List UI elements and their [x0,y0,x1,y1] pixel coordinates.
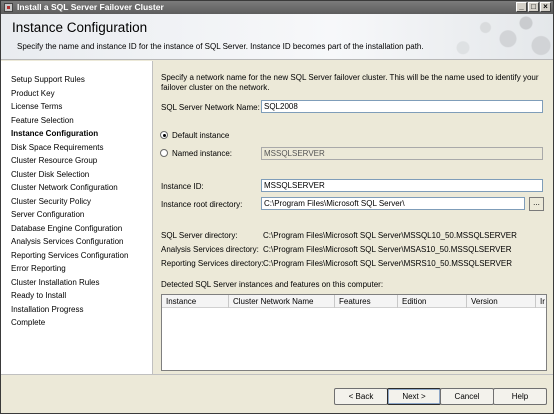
column-features[interactable]: Features [335,295,398,308]
nav-item-feature-selection[interactable]: Feature Selection [11,116,74,125]
close-button[interactable]: × [540,2,551,12]
column-cluster-network-name[interactable]: Cluster Network Name [229,295,335,308]
instance-id-label: Instance ID: [161,182,204,191]
nav-item-cluster-disk-selection[interactable]: Cluster Disk Selection [11,170,89,179]
nav-item-product-key[interactable]: Product Key [11,89,55,98]
header-decoration [403,14,553,59]
nav-item-database-engine-configuration[interactable]: Database Engine Configuration [11,224,122,233]
back-button[interactable]: < Back [334,388,388,405]
intro-text-line-2: failover cluster on the network. [161,83,270,92]
column-edition[interactable]: Edition [398,295,467,308]
browse-button[interactable]: ... [529,196,544,211]
step-navigation: Setup Support Rules Product Key License … [1,61,153,374]
nav-item-disk-space-requirements[interactable]: Disk Space Requirements [11,143,103,152]
nav-item-license-terms[interactable]: License Terms [11,102,62,111]
nav-item-reporting-services-configuration[interactable]: Reporting Services Configuration [11,251,128,260]
column-instance[interactable]: Instance [162,295,229,308]
reporting-services-directory-label: Reporting Services directory: [161,259,264,268]
nav-item-ready-to-install[interactable]: Ready to Install [11,291,66,300]
instance-root-label: Instance root directory: [161,200,243,209]
detected-instances-table[interactable]: Instance Cluster Network Name Features E… [161,294,547,371]
instance-root-input[interactable]: C:\Program Files\Microsoft SQL Server\ [261,197,525,210]
button-bar: < Back Next > Cancel Help [1,374,553,413]
column-instance-id-truncated[interactable]: Ir [536,295,546,308]
nav-item-cluster-installation-rules[interactable]: Cluster Installation Rules [11,278,99,287]
installer-window: Install a SQL Server Failover Cluster _ … [0,0,554,414]
network-name-input[interactable]: SQL2008 [261,100,543,113]
nav-item-error-reporting[interactable]: Error Reporting [11,264,66,273]
network-name-label: SQL Server Network Name: [161,103,260,112]
page-header: Instance Configuration Specify the name … [1,14,553,60]
detected-instances-label: Detected SQL Server instances and featur… [161,280,384,289]
nav-item-complete[interactable]: Complete [11,318,45,327]
page-subtitle: Specify the name and instance ID for the… [17,42,424,51]
named-instance-label[interactable]: Named instance: [172,149,232,158]
table-header-row: Instance Cluster Network Name Features E… [162,295,546,308]
nav-item-analysis-services-configuration[interactable]: Analysis Services Configuration [11,237,124,246]
main-panel: Specify a network name for the new SQL S… [154,61,553,374]
reporting-services-directory-value: C:\Program Files\Microsoft SQL Server\MS… [263,259,512,268]
nav-item-setup-support-rules[interactable]: Setup Support Rules [11,75,85,84]
analysis-services-directory-value: C:\Program Files\Microsoft SQL Server\MS… [263,245,512,254]
sql-server-directory-value: C:\Program Files\Microsoft SQL Server\MS… [263,231,517,240]
window-title: Install a SQL Server Failover Cluster [17,2,164,12]
page-title: Instance Configuration [12,20,148,35]
default-instance-radio[interactable] [160,131,168,139]
named-instance-radio[interactable] [160,149,168,157]
nav-item-cluster-security-policy[interactable]: Cluster Security Policy [11,197,91,206]
intro-text-line-1: Specify a network name for the new SQL S… [161,73,539,82]
title-bar[interactable]: Install a SQL Server Failover Cluster _ … [1,1,553,14]
setup-app-icon [4,3,13,12]
instance-id-input[interactable]: MSSQLSERVER [261,179,543,192]
nav-item-cluster-resource-group[interactable]: Cluster Resource Group [11,156,97,165]
column-version[interactable]: Version [467,295,536,308]
default-instance-label[interactable]: Default instance [172,131,229,140]
minimize-button[interactable]: _ [516,2,527,12]
nav-item-server-configuration[interactable]: Server Configuration [11,210,84,219]
nav-item-cluster-network-configuration[interactable]: Cluster Network Configuration [11,183,118,192]
named-instance-input[interactable]: MSSQLSERVER [261,147,543,160]
next-button[interactable]: Next > [387,388,441,405]
sql-server-directory-label: SQL Server directory: [161,231,238,240]
nav-item-installation-progress[interactable]: Installation Progress [11,305,83,314]
analysis-services-directory-label: Analysis Services directory: [161,245,259,254]
maximize-button[interactable]: □ [528,2,539,12]
help-button[interactable]: Help [493,388,547,405]
nav-item-instance-configuration[interactable]: Instance Configuration [11,129,98,138]
cancel-button[interactable]: Cancel [440,388,494,405]
